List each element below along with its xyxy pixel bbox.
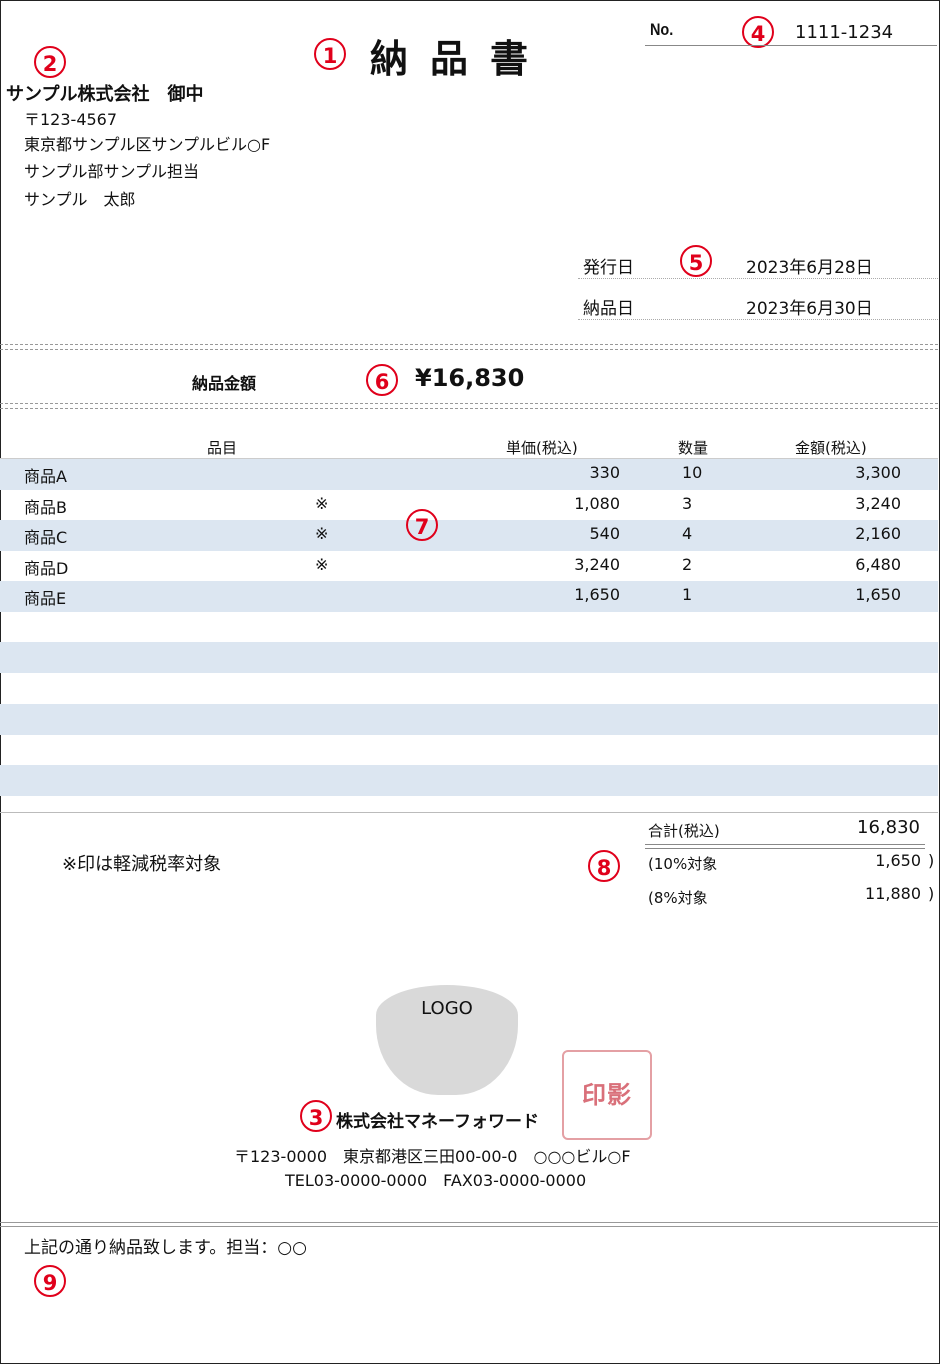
col-header-amount: 金額(税込)	[795, 439, 867, 457]
col-header-item: 品目	[207, 439, 238, 457]
delivery-date-label: 納品日	[583, 299, 634, 319]
number-underline	[645, 45, 937, 46]
issuer-contact: TEL03-0000-0000 FAX03-0000-0000	[285, 1171, 587, 1190]
recipient-department: サンプル部サンプル担当	[24, 162, 200, 181]
document-number-label: No.	[650, 20, 674, 39]
issue-date-label: 発行日	[583, 258, 634, 278]
table-row: 商品D ※ 3,240 2 6,480	[0, 551, 938, 582]
table-row-empty	[0, 612, 938, 643]
marker-5: 5	[680, 245, 712, 277]
table-row-empty	[0, 765, 938, 796]
row-quantity: 1	[682, 585, 693, 604]
row-unit-price: 540	[589, 524, 620, 543]
row-item-name: 商品E	[24, 589, 67, 608]
recipient-person: サンプル 太郎	[24, 190, 136, 209]
row-unit-price: 1,650	[574, 585, 620, 604]
delivery-date-value: 2023年6月30日	[746, 299, 873, 319]
issuer-address: 〒123-0000 東京都港区三田00-00-0 ○○○ビル○F	[234, 1147, 631, 1166]
row-item-name: 商品D	[24, 559, 69, 578]
table-row-empty	[0, 642, 938, 673]
marker-9: 9	[34, 1265, 66, 1297]
marker-7: 7	[406, 509, 438, 541]
table-row-empty	[0, 704, 938, 735]
col-header-qty: 数量	[678, 439, 709, 457]
marker-1: 1	[314, 38, 346, 70]
row-item-name: 商品C	[24, 528, 68, 547]
row-item-name: 商品A	[24, 467, 67, 486]
total-double-underline	[645, 844, 925, 849]
row-amount: 3,300	[855, 463, 901, 482]
row-amount: 1,650	[855, 585, 901, 604]
marker-6: 6	[366, 364, 398, 396]
tax10-value: 1,650	[875, 851, 921, 870]
row-item-name: 商品B	[24, 498, 67, 517]
row-unit-price: 330	[589, 463, 620, 482]
tax10-close-paren: )	[928, 851, 935, 870]
document-title: 納品書	[370, 37, 551, 81]
issue-date-underline	[578, 278, 938, 279]
company-seal: 印影	[562, 1050, 652, 1140]
row-amount: 6,480	[855, 555, 901, 574]
tax8-close-paren: )	[928, 884, 935, 903]
recipient-company: サンプル株式会社 御中	[6, 84, 204, 105]
delivery-amount-value: ¥16,830	[415, 364, 525, 392]
tax8-label: (8%対象	[648, 889, 708, 907]
tax8-value: 11,880	[865, 884, 921, 903]
tax10-label: (10%対象	[648, 855, 718, 873]
marker-8: 8	[588, 850, 620, 882]
table-row: 商品E 1,650 1 1,650	[0, 581, 938, 612]
row-quantity: 3	[682, 494, 693, 513]
reduced-tax-note: ※印は軽減税率対象	[62, 854, 222, 875]
amount-top-separator	[0, 344, 938, 350]
row-reduced-tax-mark: ※	[315, 555, 329, 574]
total-label: 合計(税込)	[648, 822, 720, 840]
remarks-text: 上記の通り納品致します。担当：○○	[24, 1238, 307, 1258]
row-amount: 2,160	[855, 524, 901, 543]
marker-4: 4	[742, 16, 774, 48]
issue-date-value: 2023年6月28日	[746, 258, 873, 278]
table-row-empty	[0, 735, 938, 766]
marker-2: 2	[34, 46, 66, 78]
recipient-postal: 〒123-4567	[24, 110, 118, 129]
table-row: 商品A 330 10 3,300	[0, 459, 938, 490]
delivery-date-underline	[578, 319, 938, 320]
row-reduced-tax-mark: ※	[315, 494, 329, 513]
col-header-price: 単価(税込)	[506, 439, 578, 457]
row-unit-price: 3,240	[574, 555, 620, 574]
row-reduced-tax-mark: ※	[315, 524, 329, 543]
amount-bottom-separator	[0, 403, 938, 409]
row-quantity: 10	[682, 463, 703, 482]
logo-text: LOGO	[421, 998, 473, 1019]
total-value: 16,830	[857, 817, 920, 838]
row-quantity: 2	[682, 555, 693, 574]
table-row-empty	[0, 673, 938, 704]
row-amount: 3,240	[855, 494, 901, 513]
delivery-amount-label: 納品金額	[192, 374, 257, 393]
table-row: 商品B ※ 1,080 3 3,240	[0, 490, 938, 521]
row-quantity: 4	[682, 524, 693, 543]
marker-3: 3	[300, 1100, 332, 1132]
recipient-address: 東京都サンプル区サンプルビル○F	[24, 135, 271, 154]
remarks-separator	[0, 1222, 938, 1227]
issuer-company: 株式会社マネーフォワード	[336, 1112, 539, 1132]
row-unit-price: 1,080	[574, 494, 620, 513]
document-number: 1111-1234	[795, 22, 894, 43]
table-bottom-border	[0, 812, 938, 813]
table-row: 商品C ※ 540 4 2,160	[0, 520, 938, 551]
